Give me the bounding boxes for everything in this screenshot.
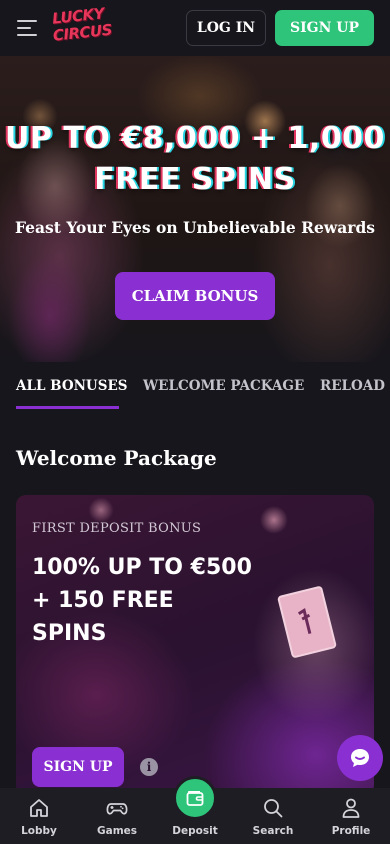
- nav-label-games: Games: [96, 825, 138, 837]
- hamburger-menu-icon[interactable]: [17, 19, 39, 37]
- nav-profile[interactable]: Profile: [312, 788, 390, 844]
- card-title-line-2: + 150 FREE SPINS: [32, 588, 174, 646]
- signup-button[interactable]: SIGN UP: [275, 10, 374, 46]
- playing-card-image: [276, 585, 338, 659]
- gamepad-icon: [106, 803, 128, 815]
- hero-banner: UP TO €8,000 + 1,000 FREE SPINS Feast Yo…: [0, 56, 390, 362]
- hero-title-line-2: FREE SPINS: [94, 162, 296, 197]
- hero-title-line-1: UP TO €8,000 + 1,000: [5, 121, 385, 156]
- nav-games[interactable]: Games: [78, 788, 156, 844]
- login-button[interactable]: LOG IN: [186, 10, 266, 46]
- nav-label-deposit: Deposit: [172, 825, 218, 837]
- welcome-package-card[interactable]: FIRST DEPOSIT BONUS 100% UP TO €500 + 15…: [16, 495, 374, 795]
- card-tag: FIRST DEPOSIT BONUS: [32, 521, 202, 536]
- section-title: Welcome Package: [16, 446, 217, 470]
- nav-label-search: Search: [252, 825, 294, 837]
- card-title-line-1: 100% UP TO €500: [32, 555, 252, 580]
- hero-subtitle: Feast Your Eyes on Unbelievable Rewards: [14, 218, 376, 237]
- nav-label-profile: Profile: [331, 825, 371, 837]
- hero-title: UP TO €8,000 + 1,000 FREE SPINS: [0, 118, 390, 200]
- home-icon: [30, 799, 48, 817]
- card-signup-button[interactable]: SIGN UP: [32, 747, 124, 787]
- top-header: LUCKY CIRCUS LOG IN SIGN UP: [0, 0, 390, 56]
- nav-search[interactable]: Search: [234, 788, 312, 844]
- user-icon: [342, 798, 360, 818]
- active-tab-indicator: [16, 406, 119, 409]
- deposit-button[interactable]: [173, 776, 217, 820]
- nav-lobby[interactable]: Lobby: [0, 788, 78, 844]
- wallet-icon: [186, 791, 204, 806]
- tab-all-bonuses[interactable]: ALL BONUSES: [16, 378, 127, 394]
- card-title: 100% UP TO €500 + 150 FREE SPINS: [32, 551, 252, 650]
- live-chat-icon[interactable]: [337, 735, 383, 781]
- info-icon[interactable]: i: [140, 758, 158, 776]
- tab-welcome-package[interactable]: WELCOME PACKAGE: [143, 378, 304, 394]
- search-icon: [264, 799, 283, 818]
- claim-bonus-button[interactable]: CLAIM BONUS: [115, 272, 275, 320]
- logo-line-2: CIRCUS: [52, 20, 113, 45]
- tab-reload-bonus[interactable]: RELOAD BONUS: [320, 378, 390, 394]
- logo[interactable]: LUCKY CIRCUS: [50, 4, 113, 45]
- nav-label-lobby: Lobby: [21, 825, 57, 837]
- bonus-tabs: ALL BONUSES WELCOME PACKAGE RELOAD BONUS: [0, 362, 390, 410]
